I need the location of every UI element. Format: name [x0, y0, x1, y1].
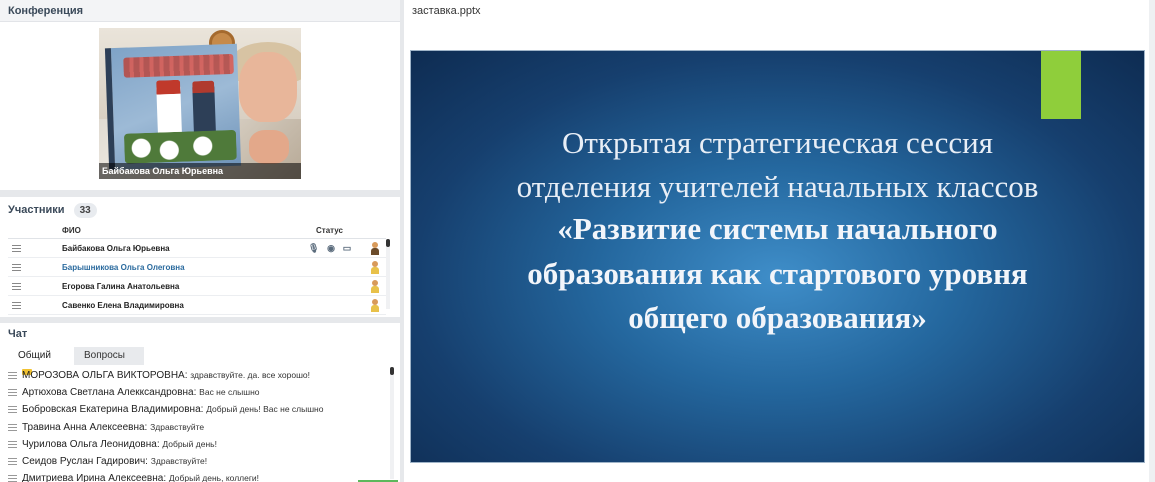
microphone-icon[interactable]: 🎙 — [308, 243, 319, 254]
user-icon — [370, 280, 380, 293]
message-author: Бобровская Екатерина Владимировна: — [22, 404, 204, 416]
message-text: Добрый день! Вас не слышно — [206, 404, 324, 415]
participant-row[interactable]: Байбакова Ольга Юрьевна 🎙 ◉ ▭ — [8, 239, 386, 258]
presentation-filename: заставка.pptx — [404, 0, 1155, 22]
conference-panel: Конференция Байбакова Ольга Юрьевна — [0, 0, 400, 190]
drag-handle-icon[interactable] — [12, 283, 21, 290]
book-cover — [104, 43, 242, 171]
participants-header: Участники 33 — [0, 197, 400, 223]
chat-message: Чурилова Ольга Леонидовна: Добрый день! — [6, 436, 390, 453]
chat-scrollbar[interactable] — [390, 367, 394, 479]
message-menu-icon[interactable] — [8, 389, 17, 397]
chat-message: МОРОЗОВА ОЛЬГА ВИКТОРОВНА: здравствуйте.… — [6, 367, 390, 384]
message-author: Чурилова Ольга Леонидовна: — [22, 438, 160, 450]
chat-message: Бобровская Екатерина Владимировна: Добры… — [6, 401, 390, 418]
presentation-slide[interactable]: Открытая стратегическая сессия отделения… — [410, 50, 1145, 463]
user-icon — [370, 299, 380, 312]
chat-message: Дмитриева Ирина Алексеевна: Добрый день,… — [6, 470, 390, 482]
presenter-user-icon — [370, 242, 380, 255]
message-text: Вас не слышно — [199, 387, 260, 398]
chat-message: Артюхова Светлана Алекксандровна: Вас не… — [6, 384, 390, 401]
participants-panel: Участники 33 ФИО Статус Байбакова Ольга … — [0, 197, 400, 317]
tab-general-label: Общий — [18, 350, 51, 361]
video-caption: Байбакова Ольга Юрьевна — [99, 163, 301, 179]
message-text: Добрый день! — [162, 438, 217, 449]
presentation-scrollbar[interactable] — [1149, 0, 1155, 482]
drag-handle-icon[interactable] — [12, 245, 21, 252]
tab-questions[interactable]: Вопросы — [74, 347, 144, 365]
message-menu-icon[interactable] — [8, 406, 17, 414]
participant-row[interactable]: Барышникова Ольга Олеговна — [8, 258, 386, 277]
user-icon — [370, 261, 380, 274]
message-author: Сеидов Руслан Гадирович: — [22, 455, 148, 467]
speaker-hand — [249, 130, 289, 164]
message-menu-icon[interactable] — [8, 372, 17, 379]
speaker-face — [239, 52, 297, 122]
message-text: здравствуйте. да. все хорошо! — [190, 370, 310, 380]
presentation-panel: заставка.pptx Открытая стратегическая се… — [404, 0, 1155, 482]
book-flowers — [123, 129, 237, 164]
participants-table: ФИО Статус Байбакова Ольга Юрьевна 🎙 ◉ ▭… — [8, 223, 386, 315]
camera-icon[interactable]: ◉ — [326, 243, 336, 254]
scrollbar-thumb[interactable] — [386, 239, 390, 247]
conference-title: Конференция — [0, 0, 400, 22]
video-feed[interactable]: Байбакова Ольга Юрьевна — [99, 28, 301, 179]
message-author: Травина Анна Алексеевна: — [22, 421, 148, 433]
message-text: Добрый день, коллеги! — [168, 473, 260, 482]
message-author: МОРОЗОВА ОЛЬГА ВИКТОРОВНА: — [22, 370, 188, 381]
message-text: Здравствуйте — [150, 421, 205, 432]
book-figure-boy — [192, 80, 216, 136]
tab-questions-label: Вопросы — [84, 350, 125, 361]
slide-subtitle-line-2: образования как стартового уровня — [527, 256, 1028, 291]
book-title-art — [123, 53, 234, 78]
slide-subtitle-line-1: «Развитие системы начального — [557, 211, 998, 246]
message-menu-icon[interactable] — [8, 423, 17, 431]
message-author: Дмитриева Ирина Алексеевна: — [22, 473, 167, 482]
participants-table-header: ФИО Статус — [8, 223, 386, 239]
chat-message: Травина Анна Алексеевна: Здравствуйте — [6, 419, 390, 436]
slide-subtitle-line-3: общего образования» — [628, 300, 927, 335]
slide-accent-bar — [1041, 51, 1081, 119]
participant-name: Егорова Галина Анатольевна — [62, 282, 180, 291]
message-menu-icon[interactable] — [8, 440, 17, 448]
message-menu-icon[interactable] — [8, 457, 17, 465]
participant-row[interactable]: Савенко Елена Владимировна — [8, 296, 386, 315]
message-text: Здравствуйте! — [150, 455, 208, 466]
message-author: Артюхова Светлана Алекксандровна: — [22, 387, 197, 399]
book-figure-girl — [156, 79, 183, 137]
tab-general[interactable]: Общий — [8, 347, 74, 376]
participants-count-badge: 33 — [73, 202, 97, 218]
chat-messages: МОРОЗОВА ОЛЬГА ВИКТОРОВНА: здравствуйте.… — [6, 367, 390, 482]
column-header-name[interactable]: ФИО — [62, 226, 81, 235]
slide-title-line-2: отделения учителей начальных классов — [516, 169, 1039, 204]
slide-title-line-1: Открытая стратегическая сессия — [561, 125, 994, 160]
participant-row[interactable]: Егорова Галина Анатольевна — [8, 277, 386, 296]
participant-name: Савенко Елена Владимировна — [62, 301, 184, 310]
column-header-status[interactable]: Статус — [316, 226, 343, 235]
participants-title: Участники — [8, 204, 65, 216]
participant-name: Байбакова Ольга Юрьевна — [62, 244, 170, 253]
message-menu-icon[interactable] — [8, 475, 17, 482]
drag-handle-icon[interactable] — [12, 264, 21, 271]
chat-panel: Чат Общий Вопросы МОРОЗОВА ОЛЬГА ВИКТОРО… — [0, 323, 400, 482]
participant-name: Барышникова Ольга Олеговна — [62, 263, 185, 272]
chat-title: Чат — [0, 323, 400, 345]
participants-scrollbar[interactable] — [386, 239, 390, 309]
chat-message: Сеидов Руслан Гадирович: Здравствуйте! — [6, 453, 390, 470]
scrollbar-thumb[interactable] — [390, 367, 394, 375]
video-area: Байбакова Ольга Юрьевна — [0, 22, 400, 190]
drag-handle-icon[interactable] — [12, 302, 21, 309]
screen-share-icon[interactable]: ▭ — [342, 243, 352, 254]
